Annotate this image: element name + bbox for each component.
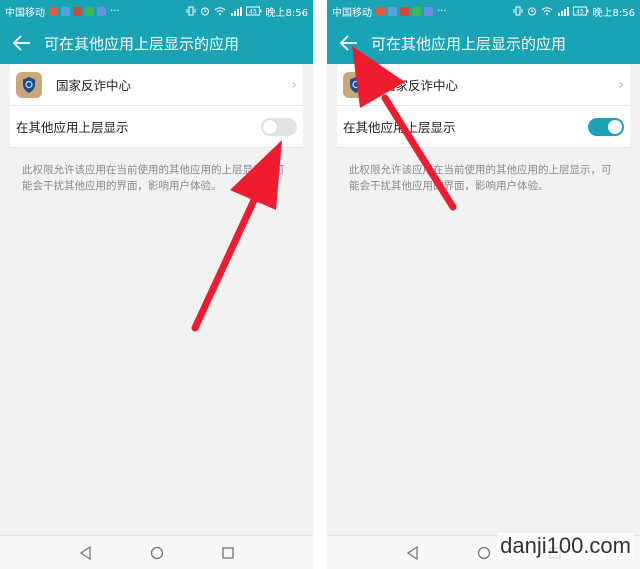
notification-icons xyxy=(49,6,106,16)
carrier-label: 中国移动 xyxy=(332,7,372,19)
back-button[interactable] xyxy=(327,22,371,64)
notification-app-icon xyxy=(400,6,409,16)
page-title: 可在其他应用上层显示的应用 xyxy=(371,34,567,53)
app-info-row[interactable]: 国家反诈中心 › xyxy=(10,64,303,106)
page-title: 可在其他应用上层显示的应用 xyxy=(44,34,240,53)
arrow-left-icon xyxy=(13,35,30,51)
settings-card: 国家反诈中心 › 在其他应用上层显示 xyxy=(10,64,303,148)
toggle-knob xyxy=(263,119,277,134)
more-notifications-icon: ··· xyxy=(437,5,447,17)
screen-after: 中国移动 ··· 45 晚上8:56 可在其他应用上层显示的应用 国家反诈中心 … xyxy=(327,0,640,569)
alarm-icon xyxy=(527,6,537,16)
chevron-right-icon: › xyxy=(291,76,297,93)
notification-app-icon xyxy=(61,6,70,16)
status-bar: 中国移动 ··· 45 晚上8:56 xyxy=(0,0,313,22)
settings-card: 国家反诈中心 › 在其他应用上层显示 xyxy=(337,64,630,148)
app-bar: 可在其他应用上层显示的应用 xyxy=(0,22,313,64)
screen-divider xyxy=(313,0,327,569)
status-bar: 中国移动 ··· 45 晚上8:56 xyxy=(327,0,640,22)
notification-app-icon xyxy=(412,6,421,16)
circle-home-icon xyxy=(477,546,490,559)
back-button[interactable] xyxy=(0,22,44,64)
navigation-bar xyxy=(0,535,313,569)
overlay-permission-toggle[interactable] xyxy=(588,117,624,136)
notification-icons xyxy=(376,6,433,16)
circle-home-icon xyxy=(150,546,163,559)
permission-description: 此权限允许该应用在当前使用的其他应用的上层显示，可能会干扰其他应用的界面，影响用… xyxy=(349,164,612,192)
more-notifications-icon: ··· xyxy=(110,5,120,17)
signal-icon xyxy=(557,6,569,16)
notification-app-icon xyxy=(388,6,397,16)
app-info-row[interactable]: 国家反诈中心 › xyxy=(337,64,630,106)
overlay-permission-label: 在其他应用上层显示 xyxy=(16,120,129,135)
vibrate-icon xyxy=(186,6,196,16)
carrier-label: 中国移动 xyxy=(5,7,45,19)
square-recents-icon xyxy=(221,546,234,559)
nav-recents-button[interactable] xyxy=(219,544,237,562)
wifi-icon xyxy=(541,6,553,16)
overlay-permission-row: 在其他应用上层显示 xyxy=(337,106,630,148)
overlay-permission-row: 在其他应用上层显示 xyxy=(10,106,303,148)
notification-app-icon xyxy=(49,6,58,16)
overlay-permission-label: 在其他应用上层显示 xyxy=(343,120,456,135)
notification-app-icon xyxy=(376,6,385,16)
toggle-knob xyxy=(608,119,622,134)
alarm-icon xyxy=(200,6,210,16)
settings-content: 国家反诈中心 › 在其他应用上层显示 此权限允许该应用在当前使用的其他应用的上层… xyxy=(327,64,640,535)
battery-level-label: 45 xyxy=(249,9,257,16)
vibrate-icon xyxy=(513,6,523,16)
nav-back-button[interactable] xyxy=(77,544,95,562)
app-name: 国家反诈中心 xyxy=(383,78,459,93)
notification-app-icon xyxy=(85,6,94,16)
clock-label: 晚上8:56 xyxy=(592,7,635,19)
overlay-permission-toggle[interactable] xyxy=(261,117,297,136)
app-name: 国家反诈中心 xyxy=(56,78,132,93)
app-bar: 可在其他应用上层显示的应用 xyxy=(327,22,640,64)
anti-fraud-app-icon xyxy=(16,71,42,98)
notification-app-icon xyxy=(97,6,106,16)
settings-content: 国家反诈中心 › 在其他应用上层显示 此权限允许该应用在当前使用的其他应用的上层… xyxy=(0,64,313,535)
watermark: danji100.com xyxy=(497,533,634,559)
arrow-left-icon xyxy=(340,35,357,51)
notification-app-icon xyxy=(73,6,82,16)
anti-fraud-app-icon xyxy=(343,71,369,98)
triangle-back-icon xyxy=(79,545,91,560)
battery-icon: 45 xyxy=(245,6,262,16)
signal-icon xyxy=(230,6,242,16)
wifi-icon xyxy=(214,6,226,16)
nav-home-button[interactable] xyxy=(475,544,493,562)
triangle-back-icon xyxy=(406,545,418,560)
battery-level-label: 45 xyxy=(576,9,584,16)
battery-icon: 45 xyxy=(572,6,589,16)
clock-label: 晚上8:56 xyxy=(265,7,308,19)
permission-description: 此权限允许该应用在当前使用的其他应用的上层显示，可能会干扰其他应用的界面，影响用… xyxy=(22,164,285,192)
screen-before: 中国移动 ··· 45 晚上8:56 可在其他应用上层显示的应用 国家反诈中心 … xyxy=(0,0,313,569)
nav-home-button[interactable] xyxy=(148,544,166,562)
chevron-right-icon: › xyxy=(618,76,624,93)
nav-back-button[interactable] xyxy=(404,544,422,562)
notification-app-icon xyxy=(424,6,433,16)
